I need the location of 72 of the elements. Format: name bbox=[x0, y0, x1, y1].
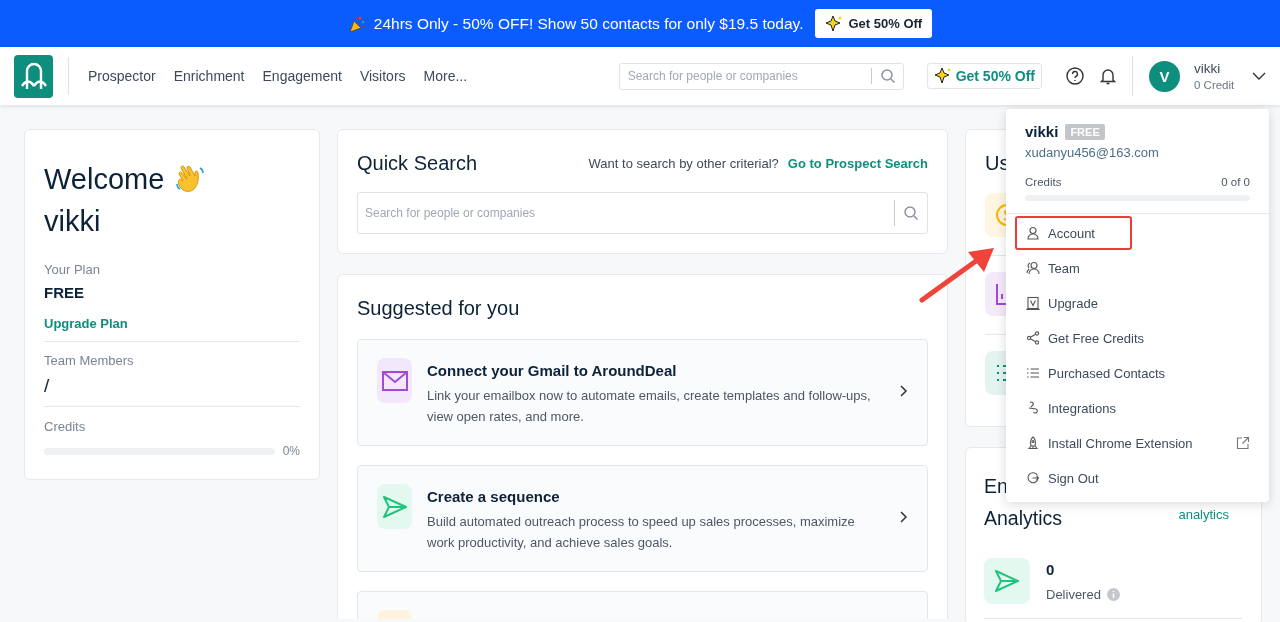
chevron-right-icon[interactable] bbox=[898, 509, 908, 524]
sparkle-icon bbox=[825, 14, 844, 33]
send-icon bbox=[984, 558, 1030, 604]
credits-label: Credits bbox=[1025, 176, 1062, 188]
user-name: vikki bbox=[1194, 61, 1222, 76]
suggestion-card[interactable]: Create a sequence Build automated outreach process to speed up sales processes, maximize work productivity, and achieve sales goals. bbox=[357, 465, 928, 572]
plan-label: Your Plan bbox=[44, 262, 101, 277]
user-name: vikki bbox=[1025, 123, 1059, 140]
user-email: xudanyu456@163.com bbox=[1025, 145, 1160, 160]
avatar[interactable]: V bbox=[1149, 60, 1180, 92]
party-popper-icon bbox=[347, 14, 366, 33]
menu-item[interactable]: Team bbox=[1015, 251, 1092, 285]
send-icon bbox=[377, 484, 412, 529]
suggestion-title: Create a sequence bbox=[427, 488, 561, 505]
suggestion-description: Link your emailbox now to automate emails, create templates and follow-ups, view open rates, and more. bbox=[427, 387, 872, 426]
team-count: / bbox=[44, 375, 51, 397]
waving-hand-icon bbox=[174, 164, 207, 194]
credits-value: 0 of 0 bbox=[1221, 176, 1250, 188]
menu-item[interactable]: Install Chrome Extension bbox=[1015, 426, 1252, 460]
nav-link[interactable]: Enrichment bbox=[173, 68, 245, 84]
nav-link[interactable]: Visitors bbox=[359, 68, 406, 84]
search-icon[interactable] bbox=[879, 67, 896, 84]
prospect-search-link[interactable]: Go to Prospect Search bbox=[787, 156, 928, 171]
mail-icon bbox=[377, 358, 412, 403]
sign-out-icon bbox=[1026, 471, 1040, 485]
plan-name: FREE bbox=[44, 284, 85, 301]
suggestion-card[interactable]: Connect your Gmail to AroundDeal Link your emailbox now to automate emails, create templates and follow-ups, view open rates, and more. bbox=[357, 339, 928, 446]
discount-button[interactable]: Get 50% Off bbox=[926, 63, 1042, 89]
plan-badge: FREE bbox=[1065, 123, 1105, 140]
nav-link[interactable]: Prospector bbox=[88, 68, 156, 84]
analytics-link[interactable]: analytics bbox=[1178, 507, 1229, 522]
credits-percent: 0% bbox=[282, 444, 300, 458]
search-field[interactable]: Search for people or companies bbox=[357, 192, 928, 234]
hint-text: Want to search by other criterial? bbox=[588, 156, 779, 171]
team-icon bbox=[1026, 261, 1040, 275]
menu-item[interactable]: Get Free Credits bbox=[1015, 321, 1157, 355]
welcome-title: Welcome bbox=[44, 162, 165, 197]
upgrade-icon bbox=[1026, 296, 1040, 310]
stat-value: 0 bbox=[1046, 561, 1056, 578]
suggestion-description: Build automated outreach process to speed up sales processes, maximize work productivity, and achieve sales goals. bbox=[427, 513, 856, 552]
bell-icon[interactable] bbox=[1100, 67, 1116, 85]
promo-text: 24hrs Only - 50% OFF! Show 50 contacts for only $19.5 today. bbox=[373, 14, 804, 33]
menu-item[interactable]: Purchased Contacts bbox=[1015, 356, 1178, 390]
credits-label: Credits bbox=[44, 419, 87, 434]
promo-button[interactable]: Get 50% Off bbox=[815, 9, 933, 38]
menu-item[interactable]: Upgrade bbox=[1015, 286, 1110, 320]
menu-item[interactable]: Integrations bbox=[1015, 391, 1128, 425]
external-link-icon[interactable] bbox=[1236, 436, 1250, 450]
suggestion-title: Connect your Gmail to AroundDeal bbox=[427, 362, 678, 379]
logo[interactable] bbox=[14, 54, 53, 98]
user-name: vikki bbox=[44, 204, 102, 239]
section-title: Quick Search bbox=[357, 152, 478, 175]
section-title: Suggested for you bbox=[357, 297, 521, 320]
section-title: Analytics bbox=[984, 506, 1063, 531]
menu-item[interactable]: Account bbox=[1015, 216, 1132, 250]
search-icon[interactable] bbox=[903, 205, 919, 221]
help-icon[interactable] bbox=[1066, 67, 1084, 85]
nav-link[interactable]: Engagement bbox=[262, 68, 342, 84]
chevron-down-icon[interactable] bbox=[1252, 72, 1266, 80]
team-label: Team Members bbox=[44, 353, 135, 368]
credit-count: 0 Credit bbox=[1194, 79, 1236, 91]
user-icon bbox=[1026, 226, 1040, 240]
upgrade-link[interactable]: Upgrade Plan bbox=[44, 316, 128, 331]
nav-link[interactable]: More... bbox=[423, 68, 468, 84]
rocket-icon bbox=[1026, 436, 1040, 450]
share-icon bbox=[1026, 331, 1040, 345]
chevron-right-icon[interactable] bbox=[898, 383, 908, 398]
search-field[interactable]: Search for people or companies bbox=[618, 62, 904, 90]
menu-item[interactable]: Sign Out bbox=[1015, 461, 1111, 495]
link-icon bbox=[1026, 401, 1040, 415]
sparkle-icon bbox=[933, 67, 952, 85]
stat-label: Delivered bbox=[1046, 587, 1101, 602]
